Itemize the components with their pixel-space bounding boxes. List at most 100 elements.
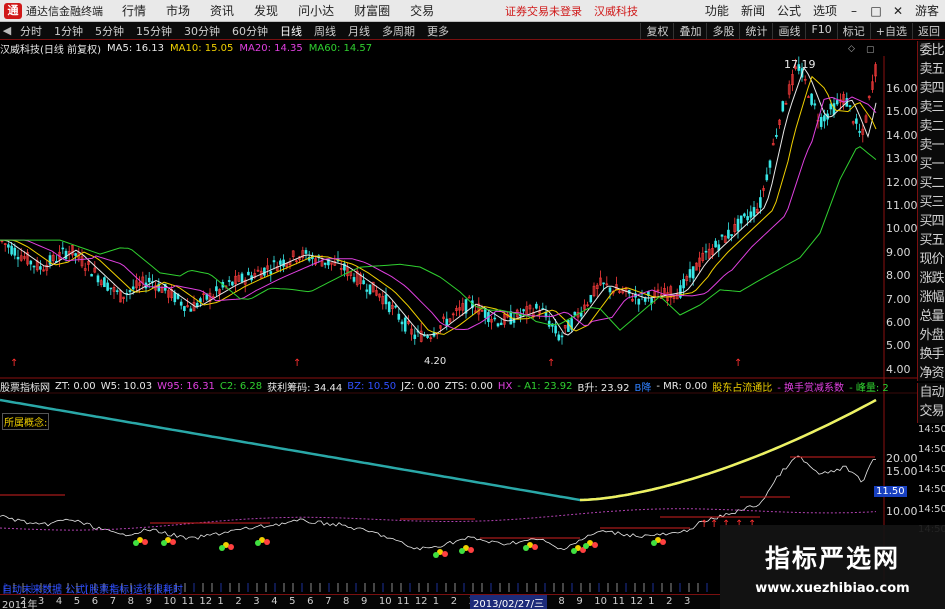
candle-body <box>739 215 743 224</box>
indicator-tick-label: 15.00 <box>886 465 918 478</box>
indicator-value: ZT: 0.00 <box>55 381 96 392</box>
month-label: 3 <box>684 596 691 607</box>
candle-body <box>103 277 106 288</box>
quote-sell5[interactable]: 卖五 <box>918 60 945 79</box>
signal-marker: ↑ <box>10 358 18 369</box>
quote-sell2[interactable]: 卖二 <box>918 117 945 136</box>
quote-netasset[interactable]: 净资 <box>918 364 945 383</box>
indicator-value: 获利筹码: 34.44 <box>267 383 343 393</box>
quote-outer[interactable]: 外盘 <box>918 326 945 345</box>
month-label: 5 <box>73 596 81 607</box>
quote-turnover[interactable]: 换手 <box>918 345 945 364</box>
quote-buy1[interactable]: 买一 <box>918 155 945 174</box>
candle-body <box>32 265 36 268</box>
month-label: 10 <box>378 596 392 607</box>
quote-buy4[interactable]: 买四 <box>918 212 945 231</box>
month-label: 8 <box>558 596 565 607</box>
candle-body <box>743 213 746 217</box>
indicator-tick-label: 10.00 <box>886 505 918 518</box>
month-label: 2 <box>450 596 458 607</box>
month-label: 9 <box>145 596 152 607</box>
indicator-name[interactable]: 股票指标网 <box>0 380 50 393</box>
chart-canvas[interactable]: ↑↑↑↑◇▢↑↑↑↑↑ <box>0 0 917 594</box>
quote-buy3[interactable]: 买三 <box>918 193 945 212</box>
candle-body <box>557 334 561 341</box>
candle-body <box>96 275 100 283</box>
month-label: 3 <box>253 596 260 607</box>
candle-body <box>720 234 724 237</box>
quote-price[interactable]: 现价 <box>918 250 945 269</box>
signal-dot <box>170 539 176 545</box>
candle-body <box>682 279 685 289</box>
candle-body <box>547 320 551 327</box>
signal-dot <box>142 539 148 545</box>
candle-body <box>637 298 641 305</box>
time-tick-label: 14:50 <box>918 464 945 475</box>
price-tick-label: 8.00 <box>886 269 911 283</box>
candle-body <box>74 253 77 256</box>
time-tick-label: 14:50 <box>918 484 945 495</box>
quote-volume[interactable]: 总量 <box>918 307 945 326</box>
quote-sell3[interactable]: 卖三 <box>918 98 945 117</box>
trade-label[interactable]: 交易 <box>918 402 945 421</box>
candle-body <box>227 280 231 282</box>
indicator-value: ZTS: 0.00 <box>444 381 493 392</box>
candle-body <box>855 118 858 124</box>
indicator-value: W5: 10.03 <box>100 381 153 392</box>
candle-body <box>768 160 772 168</box>
price-tick-label: 11.00 <box>886 199 918 212</box>
month-label: 6 <box>307 596 314 607</box>
candle-body <box>115 290 119 292</box>
candle-body <box>29 260 33 265</box>
indicator-value: - 峰量: 22.39 <box>849 383 888 393</box>
signal-dot <box>523 545 529 551</box>
month-label: 2 <box>666 596 673 607</box>
candle-body <box>499 322 503 326</box>
candle-body <box>384 294 388 305</box>
candle-body <box>775 134 778 137</box>
candle-body <box>13 247 17 256</box>
indicator-value: - MR: 0.00 <box>656 381 708 392</box>
candle-body <box>602 282 605 285</box>
indicator-teal-line <box>0 398 877 502</box>
quote-buy2[interactable]: 买二 <box>918 174 945 193</box>
month-label: 1 <box>217 596 224 607</box>
candle-body <box>352 277 356 282</box>
quote-panel: 委比 卖五 卖四 卖三 卖二 卖一 买一 买二 买三 买四 买五 现价 涨跌 涨… <box>917 41 945 400</box>
indicator-value: BZ: 10.50 <box>347 381 397 392</box>
quote-weibi[interactable]: 委比 <box>918 41 945 60</box>
signal-dot <box>571 548 577 554</box>
quote-buy5[interactable]: 买五 <box>918 231 945 250</box>
candle-body <box>240 273 244 282</box>
auto-label[interactable]: 自动 <box>918 383 945 402</box>
signal-dot <box>228 544 234 550</box>
quote-change-pct[interactable]: 涨幅 <box>918 288 945 307</box>
candle-body <box>403 317 407 332</box>
signal-dot <box>459 548 465 554</box>
price-tick-label: 12.00 <box>886 175 918 189</box>
candle-body <box>554 325 557 334</box>
candle-body <box>282 259 285 267</box>
quote-sell1[interactable]: 卖一 <box>918 136 945 155</box>
candle-body <box>560 335 564 338</box>
month-label: 9 <box>576 596 583 607</box>
month-label: 12 <box>199 596 213 607</box>
price-tag: 11.50 <box>874 486 907 497</box>
time-tick-label: 14:50 <box>918 424 945 435</box>
up-arrow-marker: ↑ <box>710 519 718 530</box>
price-tick-label: 7.00 <box>886 292 911 306</box>
candle-body <box>61 247 65 250</box>
candle-body <box>183 306 186 311</box>
candle-body <box>848 105 852 107</box>
quote-sell4[interactable]: 卖四 <box>918 79 945 98</box>
candle-body <box>147 277 151 283</box>
high-price-label: 17.19 <box>784 58 816 71</box>
signal-marker: ↑ <box>547 358 555 369</box>
candle-body <box>688 269 692 278</box>
candle-body <box>16 256 20 260</box>
quote-change[interactable]: 涨跌 <box>918 269 945 288</box>
month-label: 4 <box>271 596 278 607</box>
signal-dot <box>532 544 538 550</box>
time-axis: 3211211109876543211211109876543211211109… <box>0 594 720 609</box>
time-tick-label: 14:50 <box>918 444 945 455</box>
